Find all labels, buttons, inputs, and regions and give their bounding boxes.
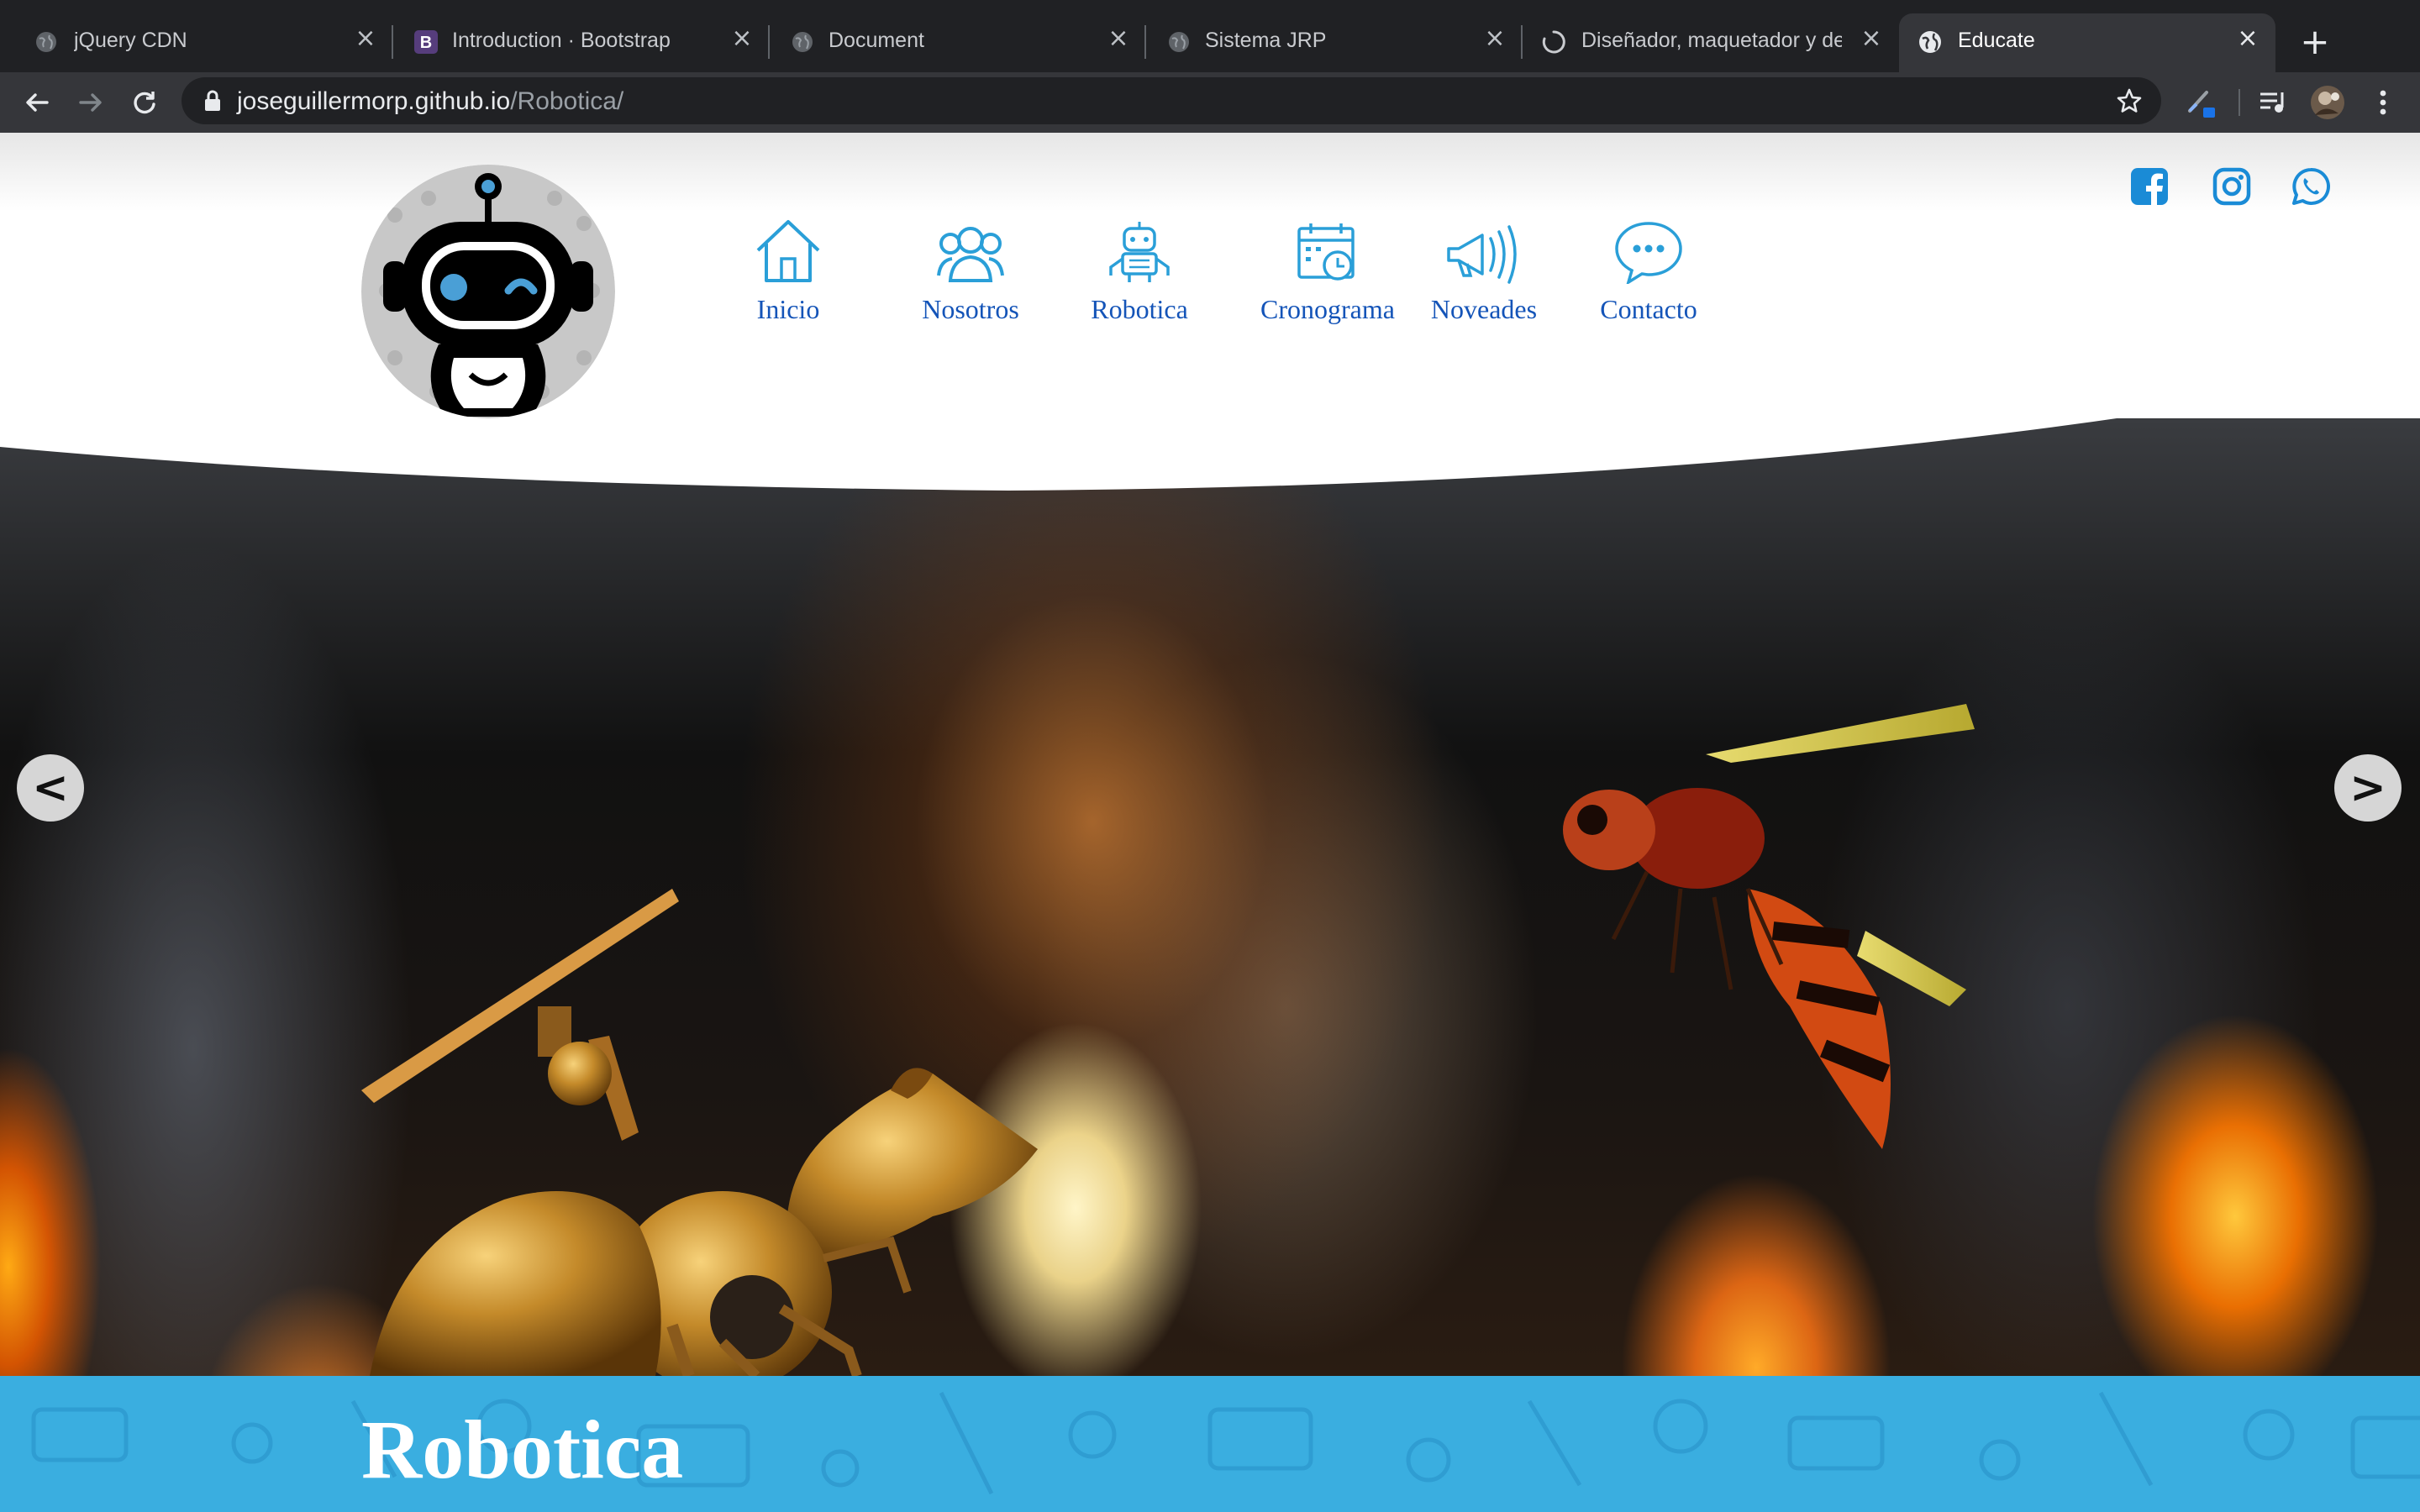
- header-curve-background: [0, 133, 2420, 491]
- home-icon: [746, 217, 830, 284]
- nav-label: Noveades: [1430, 294, 1538, 324]
- instagram-icon[interactable]: [2212, 166, 2252, 207]
- svg-text:B: B: [420, 34, 432, 52]
- lock-icon[interactable]: [203, 89, 222, 117]
- url-path: /Robotica/: [510, 87, 624, 115]
- tab-title: Introduction · Bootstrap: [452, 29, 671, 52]
- nav-item-robotica[interactable]: Robotica: [1089, 217, 1190, 326]
- close-tab-icon[interactable]: ×: [729, 26, 755, 51]
- loading-spinner-icon: [1541, 29, 1566, 55]
- carousel-slide-image: [0, 418, 2420, 1376]
- nav-item-nosotros[interactable]: Nosotros: [916, 217, 1025, 326]
- globe-icon: [790, 29, 815, 55]
- tab-title: Diseñador, maquetador y des: [1581, 29, 1842, 52]
- url-text: joseguillermorp.github.io/Robotica/: [237, 87, 623, 116]
- browser-tab-strip: jQuery CDN × B Introduction · Bootstrap …: [0, 0, 2420, 72]
- profile-avatar[interactable]: [2309, 84, 2346, 121]
- browser-tab[interactable]: B Introduction · Bootstrap ×: [392, 13, 770, 72]
- megaphone-icon: [1425, 217, 1543, 284]
- globe-icon: [34, 29, 59, 55]
- browser-tab-active[interactable]: Educate ×: [1899, 13, 2275, 72]
- browser-menu-icon[interactable]: [2365, 84, 2402, 121]
- nav-label: Contacto: [1600, 294, 1697, 324]
- page-section-title: Robotica: [361, 1403, 684, 1496]
- carousel-next-button[interactable]: >: [2334, 754, 2402, 822]
- facebook-icon[interactable]: [2129, 166, 2170, 207]
- tab-title: Sistema JRP: [1205, 29, 1327, 52]
- calendar-clock-icon: [1259, 217, 1397, 284]
- carousel-prev-button[interactable]: <: [17, 754, 84, 822]
- close-tab-icon[interactable]: ×: [2235, 26, 2260, 51]
- site-logo-robot-mascot[interactable]: [361, 165, 615, 418]
- browser-tab[interactable]: Sistema JRP ×: [1144, 13, 1523, 72]
- nav-label: Robotica: [1091, 294, 1188, 324]
- nav-item-noveades[interactable]: Noveades: [1425, 217, 1543, 326]
- reload-icon[interactable]: [126, 84, 163, 121]
- chat-bubble-icon: [1597, 217, 1701, 284]
- new-tab-plus-icon[interactable]: +: [2298, 24, 2332, 60]
- browser-tab[interactable]: Document ×: [768, 13, 1146, 72]
- tab-title: jQuery CDN: [74, 29, 187, 52]
- robot-icon: [1089, 217, 1190, 284]
- close-tab-icon[interactable]: ×: [1482, 26, 1507, 51]
- nav-label: Cronograma: [1260, 294, 1395, 324]
- bookmark-star-icon[interactable]: [2116, 87, 2143, 118]
- extension-pen-icon[interactable]: [2183, 84, 2220, 121]
- globe-icon: [1918, 29, 1943, 55]
- bootstrap-icon: B: [413, 29, 439, 55]
- close-tab-icon[interactable]: ×: [1106, 26, 1131, 51]
- globe-icon: [1166, 29, 1192, 55]
- back-arrow-icon[interactable]: [18, 84, 55, 121]
- forward-arrow-icon[interactable]: [72, 84, 109, 121]
- robot-ant-and-wasp-illustration: [361, 704, 1975, 1376]
- nav-label: Inicio: [756, 294, 820, 324]
- address-bar[interactable]: joseguillermorp.github.io/Robotica/: [182, 77, 2161, 124]
- web-page: Inicio Nosotros Robotica Cronograma Nove…: [0, 133, 2420, 1512]
- tab-title: Document: [829, 29, 924, 52]
- close-tab-icon[interactable]: ×: [353, 26, 378, 51]
- browser-tab[interactable]: Diseñador, maquetador y des ×: [1521, 13, 1897, 72]
- nav-item-inicio[interactable]: Inicio: [746, 217, 830, 326]
- close-tab-icon[interactable]: ×: [1859, 26, 1884, 51]
- tab-title: Educate: [1958, 29, 2035, 52]
- browser-tab[interactable]: jQuery CDN ×: [0, 13, 393, 72]
- nav-label: Nosotros: [922, 294, 1019, 324]
- people-icon: [916, 217, 1025, 284]
- nav-item-contacto[interactable]: Contacto: [1597, 217, 1701, 326]
- nav-item-cronograma[interactable]: Cronograma: [1259, 217, 1397, 326]
- url-host: joseguillermorp.github.io: [237, 87, 511, 115]
- toolbar-separator: [2238, 89, 2240, 116]
- whatsapp-icon[interactable]: [2291, 166, 2331, 207]
- media-playlist-icon[interactable]: [2255, 84, 2292, 121]
